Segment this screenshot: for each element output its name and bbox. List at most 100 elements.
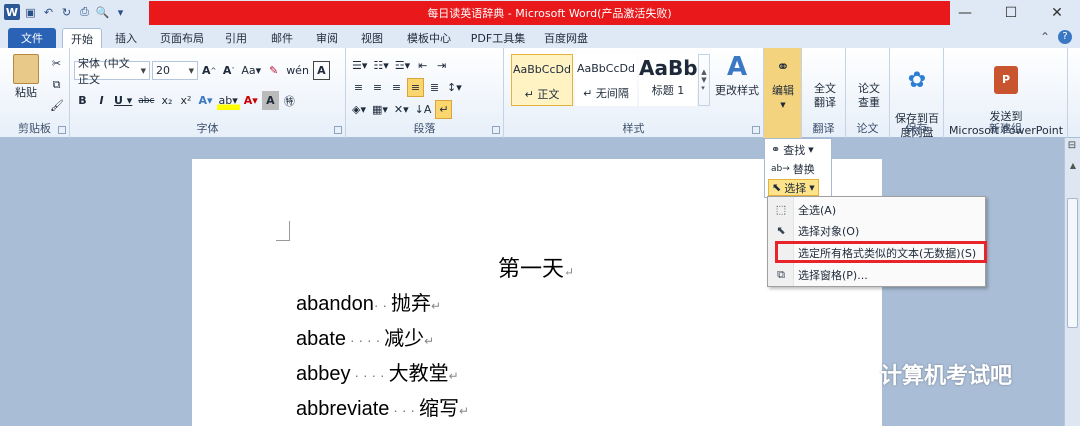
bullets-icon[interactable]: ☰▾ [350, 56, 369, 75]
justify-icon[interactable]: ≡ [407, 78, 424, 97]
style-no-spacing[interactable]: AaBbCcDd ↵ 无间隔 [575, 54, 637, 106]
close-button[interactable]: ✕ [1034, 0, 1080, 26]
paper-check-button[interactable]: 论文 查重 [852, 82, 886, 110]
char-border-icon[interactable]: A [312, 61, 330, 80]
find-button[interactable]: ⚭ 查找 ▼ [768, 141, 817, 158]
select-all-icon: ⬚ [775, 203, 787, 216]
font-size-combo[interactable]: 20 ▼ [152, 61, 198, 80]
tab-home[interactable]: 开始 [62, 28, 102, 48]
entry-word: abbreviate [296, 398, 390, 420]
tab-page-layout[interactable]: 页面布局 [152, 28, 212, 48]
underline-icon[interactable]: U ▾ [112, 91, 134, 110]
subscript-icon[interactable]: x₂ [158, 91, 175, 110]
highlight-icon[interactable]: ab▾ [216, 91, 240, 110]
distributed-icon[interactable]: ≣ [426, 78, 443, 97]
style-heading-1[interactable]: AaBb 标题 1 [639, 54, 697, 106]
format-painter-icon[interactable]: 🖌 [48, 96, 66, 115]
maximize-button[interactable]: ☐ [988, 0, 1034, 26]
increase-indent-icon[interactable]: ⇥ [433, 56, 450, 75]
chinese-layout-icon[interactable]: ✕▾ [392, 100, 411, 119]
styles-group-label: 样式 [622, 122, 645, 135]
full-translate-button[interactable]: 全文 翻译 [808, 82, 842, 110]
watermark: 计算机考试吧 [826, 358, 1012, 390]
scroll-up-icon[interactable]: ▲ [1065, 158, 1080, 172]
customize-qat-icon[interactable]: ▾ [113, 5, 128, 20]
strikethrough-icon[interactable]: abc [136, 91, 156, 110]
minimize-button[interactable]: — [942, 0, 988, 26]
paste-icon [13, 54, 39, 84]
vocab-entry: abandon· · 抛弃↵ [296, 287, 441, 316]
replace-button[interactable]: ab→ 替换 [768, 160, 818, 177]
editing-dropdown: ⚭ 查找 ▼ ab→ 替换 ⬉ 选择 ▼ [764, 138, 832, 198]
help-icon[interactable]: ? [1058, 30, 1072, 44]
align-left-icon[interactable]: ≡ [350, 78, 367, 97]
watermark-text: 计算机考试吧 [880, 364, 1013, 389]
font-name-combo[interactable]: 宋体 (中文正文 ▼ [74, 57, 150, 86]
vocab-entry: abbreviate · · · 缩写↵ [296, 392, 469, 421]
copy-icon[interactable]: ⧉ [48, 75, 65, 94]
tab-review[interactable]: 审阅 [308, 28, 346, 48]
scroll-thumb[interactable] [1067, 198, 1078, 328]
multilevel-list-icon[interactable]: ☲▾ [393, 56, 412, 75]
font-color-icon[interactable]: A▾ [242, 91, 260, 110]
italic-icon[interactable]: I [93, 91, 110, 110]
tab-mailings[interactable]: 邮件 [262, 28, 302, 48]
menu-item-select-all[interactable]: ⬚ 全选(A) [768, 199, 985, 220]
replace-label: 替换 [792, 162, 815, 176]
tab-insert[interactable]: 插入 [108, 28, 144, 48]
tab-references[interactable]: 引用 [218, 28, 254, 48]
tab-view[interactable]: 视图 [354, 28, 390, 48]
align-center-icon[interactable]: ≡ [369, 78, 386, 97]
tab-file[interactable]: 文件 [8, 28, 56, 48]
shrink-font-icon[interactable]: Aˇ [220, 61, 237, 80]
vertical-scrollbar[interactable]: ▲ [1064, 138, 1080, 426]
tab-baidu-netdisk[interactable]: 百度网盘 [536, 28, 596, 48]
tab-pdf-tools[interactable]: PDF工具集 [466, 28, 530, 48]
sort-icon[interactable]: ↓A [413, 100, 434, 119]
undo-icon[interactable]: ↶ [41, 5, 56, 20]
style-normal[interactable]: AaBbCcDd ↵ 正文 [511, 54, 573, 106]
text-effects-icon[interactable]: A▾ [196, 91, 214, 110]
print-icon[interactable]: ⎙ [77, 5, 92, 20]
numbering-icon[interactable]: ☷▾ [371, 56, 390, 75]
binoculars-icon: ⚭ [771, 143, 781, 156]
editing-button[interactable]: ⚭ 编辑 ▼ [768, 52, 798, 112]
select-label: 选择 [784, 181, 807, 195]
tab-template-center[interactable]: 模板中心 [398, 28, 460, 48]
minimize-ribbon-icon[interactable]: ⌃ [1040, 30, 1050, 44]
superscript-icon[interactable]: x² [177, 91, 194, 110]
save-icon[interactable]: ▣ [23, 5, 38, 20]
menu-item-select-objects[interactable]: ⬉ 选择对象(O) [768, 220, 985, 241]
cut-icon[interactable]: ✂ [48, 54, 65, 73]
font-size-value: 20 [156, 64, 170, 77]
align-right-icon[interactable]: ≡ [388, 78, 405, 97]
styles-scroll[interactable]: ▲ ▼ ▾ [698, 54, 710, 106]
menu-item-selection-pane[interactable]: ⧉ 选择窗格(P)... [768, 264, 985, 285]
change-styles-button[interactable]: A 更改样式 [712, 52, 762, 98]
print-preview-icon[interactable]: 🔍 [95, 5, 110, 20]
word-logo-icon[interactable]: W [4, 4, 20, 20]
quick-access-toolbar: W ▣ ↶ ↻ ⎙ 🔍 ▾ [4, 4, 128, 20]
styles-launcher[interactable] [752, 126, 760, 134]
clipboard-launcher[interactable] [58, 126, 66, 134]
paste-button[interactable]: 粘贴 [8, 54, 44, 100]
select-button[interactable]: ⬉ 选择 ▼ [768, 179, 819, 196]
char-shading-icon[interactable]: A [261, 91, 279, 110]
change-case-icon[interactable]: Aa▾ [239, 61, 263, 80]
cursor-icon: ⬉ [772, 181, 782, 194]
paragraph-mark-icon: ↵ [458, 404, 470, 418]
phonetic-guide-icon[interactable]: wén [284, 61, 311, 80]
clear-format-icon[interactable]: ✎ [265, 61, 282, 80]
paragraph-launcher[interactable] [492, 126, 500, 134]
shading-icon[interactable]: ◈▾ [350, 100, 368, 119]
font-launcher[interactable] [334, 126, 342, 134]
line-spacing-icon[interactable]: ↕▾ [445, 78, 464, 97]
grow-font-icon[interactable]: A ^ [200, 61, 218, 80]
bold-icon[interactable]: B [74, 91, 91, 110]
decrease-indent-icon[interactable]: ⇤ [414, 56, 431, 75]
ruler-toggle-icon[interactable]: ⊟ [1064, 140, 1080, 158]
show-marks-icon[interactable]: ↵ [435, 100, 453, 119]
enclose-char-icon[interactable]: ㊕ [281, 91, 298, 110]
redo-icon[interactable]: ↻ [59, 5, 74, 20]
borders-icon[interactable]: ▦▾ [370, 100, 390, 119]
